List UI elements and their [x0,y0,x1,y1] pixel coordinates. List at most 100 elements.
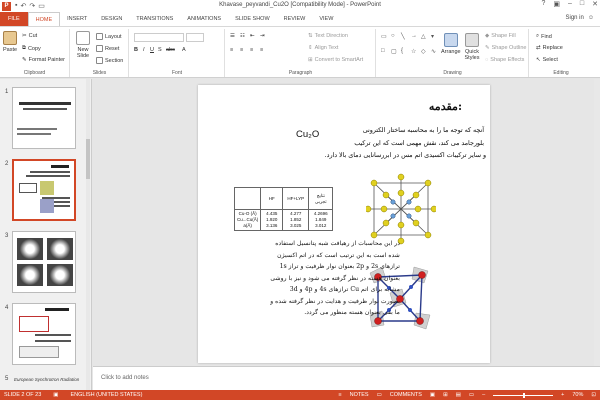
minimize-icon[interactable]: – [568,0,572,8]
increase-indent-icon[interactable]: ⇥ [260,33,265,39]
results-table[interactable]: HF HF+LYP نتایج تجربی Cu-O (Å) Cu...Cu(Å… [233,187,334,231]
zoom-level[interactable]: 70% [572,392,583,398]
arrange-button[interactable]: Arrange [441,33,461,55]
italic-icon[interactable]: I [143,47,145,53]
shadow-icon[interactable]: S [158,47,162,53]
shape-more-icon[interactable]: ▾ [431,33,440,47]
notes-placeholder[interactable]: Click to add notes [101,375,149,381]
select-button[interactable]: ↖ Select [536,57,558,63]
shape-outline-button[interactable]: ✎ Shape Outline [485,45,526,51]
tab-file[interactable]: FILE [0,12,28,26]
paste-button[interactable]: Paste [3,31,17,53]
copy-button[interactable]: ⧉ Copy [22,45,41,52]
layout-button[interactable]: Layout [96,33,122,40]
shape-square-icon[interactable]: □ [381,48,390,62]
align-center-icon[interactable]: ≡ [240,47,243,53]
text-direction-button[interactable]: ⇅ Text Direction [308,33,348,39]
slide-thumbnail-2[interactable] [12,159,76,221]
body-line: بصورت نوار ظرفیت و هدایت در نظر گرفته شد… [270,297,400,305]
slideshow-view-icon[interactable]: ▭ [469,392,474,398]
slide-sorter-icon[interactable]: ⊞ [443,392,448,398]
align-right-icon[interactable]: ≡ [250,47,253,53]
replace-button[interactable]: ⇄ Replace [536,45,563,51]
tab-review[interactable]: REVIEW [277,12,313,26]
notes-toggle[interactable]: NOTES [350,392,369,398]
maximize-icon[interactable]: □ [580,0,584,8]
format-painter-button[interactable]: ✎ Format Painter [22,57,65,63]
normal-view-icon[interactable]: ▣ [430,392,435,398]
section-button[interactable]: Section [96,57,123,64]
shape-line-icon[interactable]: ╲ [401,33,410,47]
zoom-in-icon[interactable]: + [561,392,564,398]
shape-triangle-icon[interactable]: △ [421,33,430,47]
align-left-icon[interactable]: ≡ [230,47,233,53]
tab-slide-show[interactable]: SLIDE SHOW [228,12,277,26]
crystal-structure-image[interactable] [366,173,436,245]
slide-thumbnail-1[interactable] [12,87,76,149]
zoom-slider[interactable] [493,392,554,398]
spellcheck-icon[interactable]: ▣ [53,392,58,398]
shape-effects-button[interactable]: ◌ Shape Effects [485,57,524,63]
slide-heading[interactable]: مقدمه: [429,100,462,113]
editor-scrollbar[interactable] [594,79,600,366]
justify-icon[interactable]: ≡ [260,47,263,53]
font-name-box[interactable] [134,33,184,42]
shape-arrow-icon[interactable]: → [411,33,420,47]
shape-rounded-icon[interactable]: ▢ [391,48,400,62]
tab-insert[interactable]: INSERT [60,12,94,26]
zoom-slider-thumb[interactable] [523,392,526,398]
font-color-icon[interactable]: A [182,47,186,53]
fit-slide-icon[interactable]: ⊡ [591,392,596,398]
help-icon[interactable]: ? [541,0,545,8]
reset-button[interactable]: Reset [96,45,119,52]
notes-pane[interactable]: Click to add notes [93,366,600,390]
slide-thumbnail-3[interactable] [12,231,76,293]
cut-button[interactable]: ✂ Cut [22,33,37,39]
scroll-thumb[interactable] [86,139,90,179]
shape-callout-icon[interactable]: ◇ [421,48,430,62]
comments-toggle[interactable]: COMMENTS [390,392,422,398]
shape-fill-button[interactable]: ◆ Shape Fill [485,33,516,39]
align-text-button[interactable]: ⇕ Align Text [308,45,338,51]
intro-line: و سایر ترکیبات اکسیدی اتم مس در ابررسانا… [324,152,486,159]
intro-paragraph[interactable]: آنچه که توجه ما را به محاسبه ساختار الکت… [324,125,486,163]
sign-in-link[interactable]: Sign in [566,15,584,21]
reading-view-icon[interactable]: ▤ [456,392,461,398]
shapes-gallery[interactable]: ▭ ○ ╲ → △ ▾ □ ▢{☆ ◇ ∿ [381,33,439,61]
decrease-indent-icon[interactable]: ⇤ [250,33,255,39]
strikethrough-icon[interactable]: abc [166,47,175,53]
smiley-icon[interactable]: ☺ [588,15,594,21]
language-status[interactable]: ENGLISH (UNITED STATES) [71,392,143,398]
bold-icon[interactable]: B [134,47,138,53]
shape-oval-icon[interactable]: ○ [391,33,400,47]
underline-icon[interactable]: U [150,47,154,53]
close-icon[interactable]: ✕ [592,0,598,8]
redo-icon[interactable]: ↷ [29,2,35,10]
method-paragraph[interactable]: در این محاسبات از رهیافت شبه پتانسیل است… [220,238,400,319]
start-slideshow-icon[interactable]: ▭ [38,2,45,10]
find-button[interactable]: ⌕ Find [536,33,552,40]
shape-rect-icon[interactable]: ▭ [381,33,390,47]
tab-home[interactable]: HOME [27,12,61,26]
quick-styles-button[interactable]: Quick Styles [461,33,483,61]
shape-star-icon[interactable]: ☆ [411,48,420,62]
slide-thumbnail-5-text[interactable]: European Synchrotron Radiation [14,377,79,382]
shape-curve-icon[interactable]: ∿ [431,48,440,62]
slide-thumbnail-4[interactable] [12,303,76,365]
undo-icon[interactable]: ↶ [20,2,26,10]
numbering-icon[interactable]: ☷ [240,33,245,39]
zoom-out-icon[interactable]: – [482,392,485,398]
tab-animations[interactable]: ANIMATIONS [180,12,228,26]
ribbon-display-icon[interactable]: ▣ [553,0,560,8]
tab-transitions[interactable]: TRANSITIONS [129,12,180,26]
tab-design[interactable]: DESIGN [94,12,129,26]
font-size-box[interactable] [186,33,204,42]
convert-smartart-button[interactable]: ⊞ Convert to SmartArt [308,57,363,63]
shape-brace-icon[interactable]: { [401,48,410,62]
current-slide[interactable]: مقدمه: Cu₂O آنچه که توجه ما را به محاسبه… [198,85,490,363]
save-icon[interactable]: ▪ [15,2,17,10]
bullets-icon[interactable]: ☰ [230,33,235,39]
new-slide-button[interactable]: New Slide [73,31,93,59]
tab-view[interactable]: VIEW [312,12,340,26]
slides-panel-scrollbar[interactable] [86,79,90,390]
